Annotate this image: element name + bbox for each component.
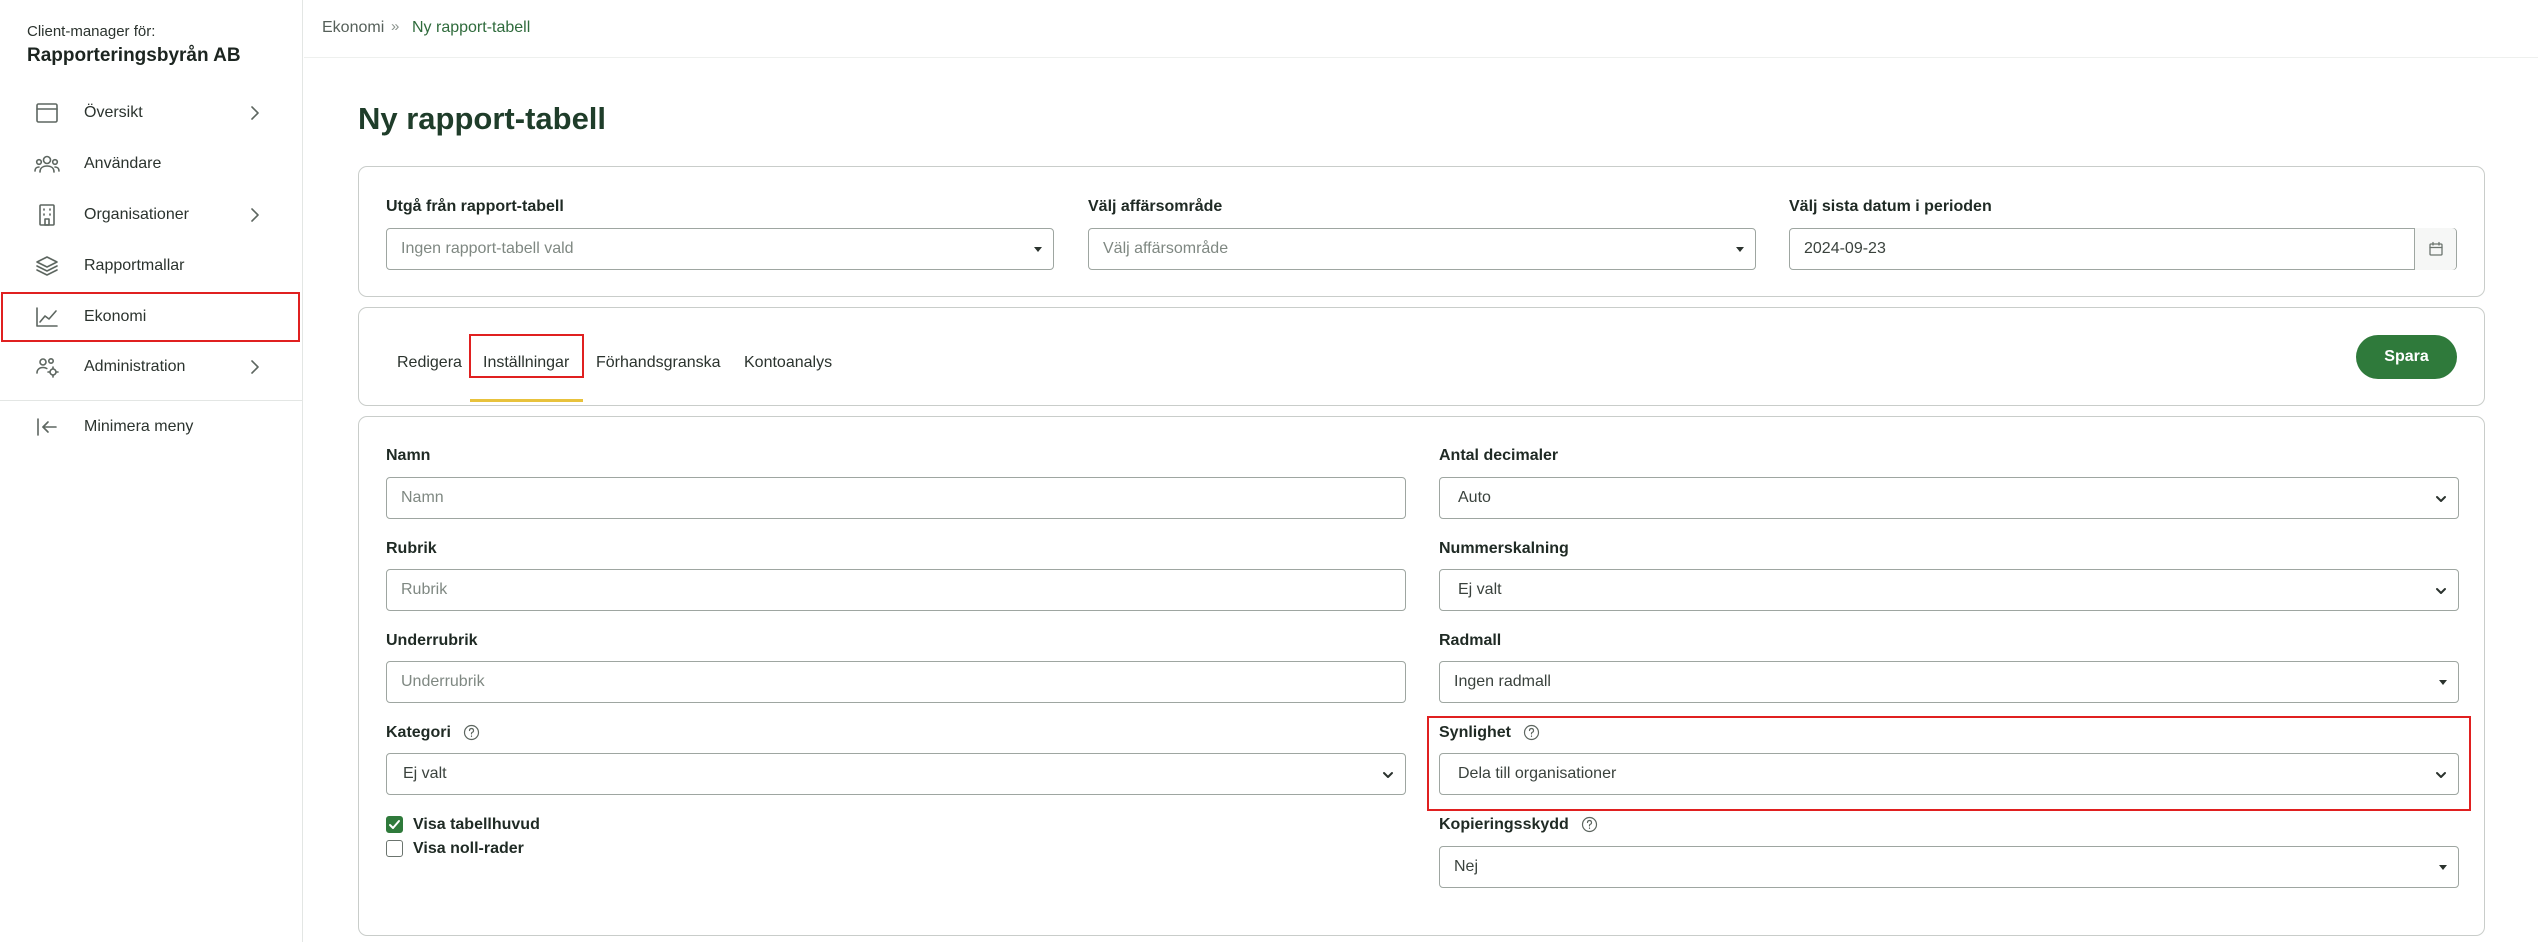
client-caption: Client-manager för: xyxy=(27,23,156,40)
question-circle-icon[interactable] xyxy=(1581,816,1598,833)
chevron-down-icon xyxy=(2436,772,2446,778)
base-table-value: Ingen rapport-tabell vald xyxy=(401,240,574,257)
sidebar-item-label: Ekonomi xyxy=(84,308,147,325)
visa-noll-rader-label[interactable]: Visa noll-rader xyxy=(413,840,524,858)
antal-decimaler-label: Antal decimaler xyxy=(1439,447,1559,464)
caret-down-icon xyxy=(2439,865,2447,870)
rubrik-label: Rubrik xyxy=(386,540,437,557)
caret-down-icon xyxy=(1034,247,1042,252)
breadcrumb-current: Ny rapport-tabell xyxy=(412,19,531,36)
tab-kontoanalys[interactable]: Kontoanalys xyxy=(744,354,832,372)
kategori-label-text: Kategori xyxy=(386,724,451,741)
nummerskalning-label: Nummerskalning xyxy=(1439,540,1569,557)
sidebar: Client-manager för: Rapporteringsbyrån A… xyxy=(0,0,303,942)
chevron-down-icon xyxy=(2436,496,2446,502)
sidebar-item-label: Användare xyxy=(84,155,162,172)
underrubrik-input[interactable] xyxy=(401,673,1405,691)
breadcrumb: Ekonomi » Ny rapport-tabell xyxy=(304,0,2538,58)
chevron-right-icon xyxy=(251,208,259,222)
synlighet-select[interactable]: Dela till organisationer xyxy=(1439,753,2459,795)
sidebar-item-label: Rapportmallar xyxy=(84,257,185,274)
minimize-menu-label: Minimera meny xyxy=(84,418,194,435)
kategori-label: Kategori xyxy=(386,724,480,742)
tab-forhandsgranska[interactable]: Förhandsgranska xyxy=(596,354,721,372)
sidebar-item-organisationer[interactable]: Organisationer xyxy=(0,190,303,240)
browser-window-icon xyxy=(36,103,58,123)
name-label: Namn xyxy=(386,447,431,464)
chevron-down-icon xyxy=(2436,588,2446,594)
settings-card: Namn Rubrik Underrubrik Kategori Ej valt… xyxy=(358,416,2485,936)
kategori-select[interactable]: Ej valt xyxy=(386,753,1406,795)
caret-down-icon xyxy=(1736,247,1744,252)
sidebar-item-administration[interactable]: Administration xyxy=(0,342,303,392)
sidebar-divider xyxy=(0,400,303,401)
sidebar-item-label: Översikt xyxy=(84,104,143,121)
base-table-select[interactable]: Ingen rapport-tabell vald xyxy=(386,228,1054,270)
minimize-menu-button[interactable]: Minimera meny xyxy=(0,402,303,452)
tabs-card: Redigera Inställningar Förhandsgranska K… xyxy=(358,307,2485,406)
checkmark-icon xyxy=(389,820,400,829)
layers-icon xyxy=(36,256,58,276)
client-name: Rapporteringsbyrån AB xyxy=(27,45,241,66)
antal-decimaler-value: Auto xyxy=(1458,489,1491,506)
page-title: Ny rapport-tabell xyxy=(358,101,607,136)
synlighet-label-text: Synlighet xyxy=(1439,724,1512,741)
nummerskalning-select[interactable]: Ej valt xyxy=(1439,569,2459,611)
sidebar-item-label: Administration xyxy=(84,358,186,375)
question-circle-icon[interactable] xyxy=(1523,724,1540,741)
business-area-select[interactable]: Välj affärsområde xyxy=(1088,228,1756,270)
chevron-right-icon xyxy=(251,106,259,120)
synlighet-label: Synlighet xyxy=(1439,724,1540,742)
building-icon xyxy=(39,204,55,226)
report-source-card: Utgå från rapport-tabell Ingen rapport-t… xyxy=(358,166,2485,297)
radmall-value: Ingen radmall xyxy=(1454,673,1551,690)
calendar-icon xyxy=(2428,241,2443,256)
kopieringsskydd-value: Nej xyxy=(1454,858,1479,875)
rubrik-input[interactable] xyxy=(401,581,1405,599)
line-chart-icon xyxy=(36,307,58,327)
kopieringsskydd-select[interactable]: Nej xyxy=(1439,846,2459,888)
sidebar-item-ekonomi[interactable]: Ekonomi xyxy=(1,292,300,342)
sidebar-item-anvandare[interactable]: Användare xyxy=(0,139,303,189)
users-icon xyxy=(34,155,60,173)
underrubrik-label: Underrubrik xyxy=(386,632,478,649)
kategori-value: Ej valt xyxy=(403,765,447,782)
tab-redigera[interactable]: Redigera xyxy=(397,354,462,372)
visa-tabellhuvud-label[interactable]: Visa tabellhuvud xyxy=(413,816,540,834)
breadcrumb-separator: » xyxy=(391,18,400,35)
save-button[interactable]: Spara xyxy=(2356,335,2457,379)
chevron-down-icon xyxy=(1383,772,1393,778)
business-area-value: Välj affärsområde xyxy=(1103,240,1229,257)
breadcrumb-link-ekonomi[interactable]: Ekonomi xyxy=(322,19,384,37)
tab-active-underline xyxy=(470,399,583,402)
business-area-label: Välj affärsområde xyxy=(1088,198,1223,215)
base-table-label: Utgå från rapport-tabell xyxy=(386,198,564,215)
period-end-value: 2024-09-23 xyxy=(1804,240,1886,257)
users-settings-icon xyxy=(36,357,59,378)
chevron-right-icon xyxy=(251,360,259,374)
question-circle-icon[interactable] xyxy=(463,724,480,741)
collapse-left-icon xyxy=(37,418,57,436)
kopieringsskydd-label: Kopieringsskydd xyxy=(1439,816,1598,834)
visa-noll-rader-checkbox[interactable] xyxy=(386,840,403,857)
name-input[interactable] xyxy=(401,489,1405,507)
kopieringsskydd-label-text: Kopieringsskydd xyxy=(1439,816,1569,833)
caret-down-icon xyxy=(2439,680,2447,685)
visa-tabellhuvud-checkbox[interactable] xyxy=(386,816,403,833)
calendar-button[interactable] xyxy=(2414,228,2456,270)
tab-installningar[interactable]: Inställningar xyxy=(483,354,569,372)
sidebar-item-rapportmallar[interactable]: Rapportmallar xyxy=(0,241,303,291)
period-end-date-field[interactable]: 2024-09-23 xyxy=(1789,228,2457,270)
synlighet-value: Dela till organisationer xyxy=(1458,765,1617,782)
radmall-label: Radmall xyxy=(1439,632,1502,649)
radmall-select[interactable]: Ingen radmall xyxy=(1439,661,2459,703)
name-field[interactable] xyxy=(386,477,1406,519)
antal-decimaler-select[interactable]: Auto xyxy=(1439,477,2459,519)
underrubrik-field[interactable] xyxy=(386,661,1406,703)
period-end-label: Välj sista datum i perioden xyxy=(1789,198,1992,215)
sidebar-item-oversikt[interactable]: Översikt xyxy=(0,88,303,138)
rubrik-field[interactable] xyxy=(386,569,1406,611)
sidebar-item-label: Organisationer xyxy=(84,206,189,223)
nummerskalning-value: Ej valt xyxy=(1458,581,1502,598)
